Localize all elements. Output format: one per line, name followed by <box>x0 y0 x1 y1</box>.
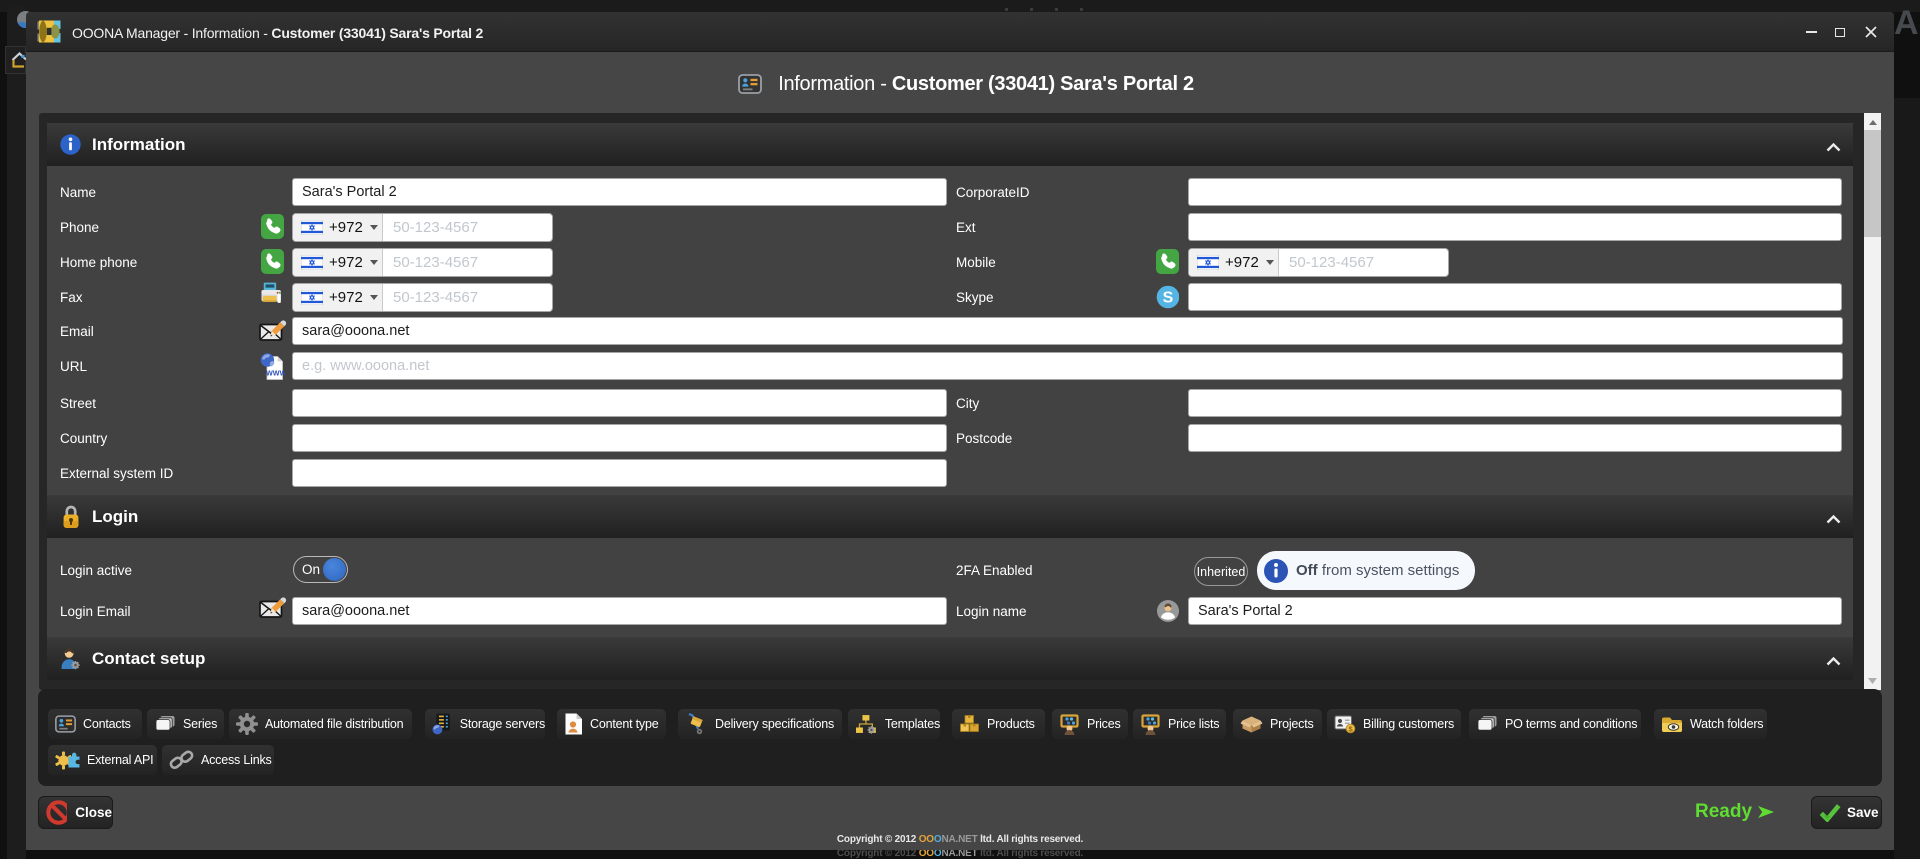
svg-text:S: S <box>1163 289 1174 306</box>
svg-text:WWW: WWW <box>266 369 285 378</box>
